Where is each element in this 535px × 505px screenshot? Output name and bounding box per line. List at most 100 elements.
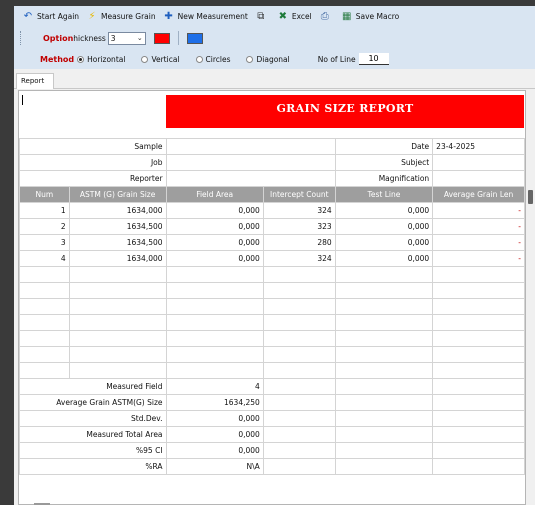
empty-cell: [334, 410, 434, 427]
cell-intercept: 280: [262, 234, 336, 251]
empty-cell: [334, 298, 434, 315]
measure-grain-label: Measure Grain: [101, 12, 156, 21]
empty-cell: [432, 330, 525, 347]
empty-row[interactable]: [19, 330, 525, 347]
empty-cell: [262, 298, 336, 315]
empty-cell: [334, 330, 434, 347]
toolbar-grip[interactable]: [20, 31, 23, 45]
table-row[interactable]: 2 1634,500 0,000 323 0,000-: [19, 218, 525, 235]
start-again-button[interactable]: ↶ Start Again: [22, 11, 79, 22]
empty-cell: [19, 282, 70, 299]
cell-num: 3: [19, 234, 70, 251]
empty-cell: [334, 346, 434, 363]
empty-cell: [19, 298, 70, 315]
summary-value: 1634,250: [165, 394, 264, 411]
empty-cell: [432, 378, 525, 395]
tab-report[interactable]: Report: [16, 73, 54, 89]
cell-avg: -: [432, 234, 525, 251]
color-blue-button[interactable]: [186, 32, 203, 44]
thickness-select[interactable]: 3 ⌄: [107, 31, 146, 45]
method-diagonal-radio[interactable]: Diagonal: [246, 55, 290, 64]
printer-icon: ⎙: [320, 11, 329, 22]
cell-num: 4: [19, 250, 70, 267]
new-measurement-button[interactable]: ✚ New Measurement: [163, 11, 247, 22]
empty-row[interactable]: [19, 282, 525, 299]
radio-icon: [195, 55, 203, 63]
cell-astm: 1634,000: [68, 202, 167, 219]
empty-cell: [262, 378, 336, 395]
summary-label: Measured Total Area: [19, 426, 167, 443]
method-label: Method: [40, 54, 75, 64]
empty-cell: [262, 394, 336, 411]
vertical-scrollbar[interactable]: [526, 90, 535, 505]
empty-row[interactable]: [19, 266, 525, 283]
empty-row[interactable]: [19, 314, 525, 331]
column-header: Num: [19, 186, 70, 203]
summary-label: Std.Dev.: [19, 410, 167, 427]
report-header: Num ASTM (G) Grain Size Field Area Intercep…: [19, 186, 525, 203]
save-macro-button[interactable]: ▦ Save Macro: [341, 11, 399, 22]
cell-intercept: 324: [262, 250, 336, 267]
cell-test_line: 0,000: [334, 250, 434, 267]
empty-cell: [334, 266, 434, 283]
summary-row: %RA N\A: [19, 458, 525, 475]
method-vertical-radio[interactable]: Vertical: [141, 55, 180, 64]
cell-test_line: 0,000: [334, 234, 434, 251]
empty-cell: [334, 458, 434, 475]
table-row[interactable]: 4 1634,000 0,000 324 0,000-: [19, 250, 525, 267]
cell-astm: 1634,000: [68, 250, 167, 267]
cell-avg: -: [432, 218, 525, 235]
scroll-thumb[interactable]: [528, 190, 533, 204]
option-label: Option: [43, 33, 74, 43]
copy-report-button[interactable]: ⧉: [255, 11, 270, 22]
cell-num: 1: [19, 202, 70, 219]
empty-cell: [165, 298, 264, 315]
empty-cell: [432, 362, 525, 379]
table-row[interactable]: 3 1634,500 0,000 280 0,000-: [19, 234, 525, 251]
method-circles-radio[interactable]: Circles: [195, 55, 230, 64]
empty-cell: [68, 266, 167, 283]
info-right-value: [432, 154, 525, 171]
empty-cell: [262, 266, 336, 283]
radio-selected-icon: [77, 55, 85, 63]
empty-cell: [68, 314, 167, 331]
header-row: Num ASTM (G) Grain Size Field Area Intercep…: [19, 186, 525, 203]
empty-cell: [432, 298, 525, 315]
excel-icon: ✖: [278, 11, 288, 22]
empty-cell: [334, 282, 434, 299]
empty-row[interactable]: [19, 346, 525, 363]
color-red-button[interactable]: [153, 32, 170, 44]
empty-cell: [262, 442, 336, 459]
excel-button[interactable]: ✖ Excel: [277, 11, 312, 22]
empty-cell: [262, 410, 336, 427]
info-left-label: Job: [19, 154, 167, 171]
cell-intercept: 324: [262, 202, 336, 219]
cell-test_line: 0,000: [334, 218, 434, 235]
report-area[interactable]: GRAIN SIZE REPORT Sample Date 23-4-2025 Job…: [18, 90, 526, 505]
empty-cell: [68, 346, 167, 363]
empty-row[interactable]: [19, 298, 525, 315]
cell-test_line: 0,000: [334, 202, 434, 219]
empty-cell: [334, 426, 434, 443]
thickness-value: 3: [110, 33, 116, 43]
method-horizontal-radio[interactable]: Horizontal: [77, 55, 125, 64]
summary-value: 0,000: [165, 410, 264, 427]
summary-label: %RA: [19, 458, 167, 475]
no-of-line-input[interactable]: [358, 53, 389, 65]
info-right-value: 23-4-2025: [432, 138, 525, 155]
method-toolbar: Method Horizontal Vertical Circles Diago…: [14, 49, 535, 69]
text-cursor: [22, 95, 23, 105]
radio-icon: [141, 55, 149, 63]
column-header: Field Area: [165, 186, 264, 203]
measure-grain-button[interactable]: ⚡ Measure Grain: [86, 11, 156, 22]
info-right-label: Subject: [334, 154, 434, 171]
info-left-value: [165, 138, 336, 155]
empty-row[interactable]: [19, 362, 525, 379]
print-button[interactable]: ⎙: [319, 11, 334, 22]
chevron-down-icon: ⌄: [136, 34, 143, 42]
empty-cell: [68, 362, 167, 379]
app-window: ↶ Start Again ⚡ Measure Grain ✚ New Meas…: [14, 6, 535, 505]
empty-cell: [432, 458, 525, 475]
table-row[interactable]: 1 1634,000 0,000 324 0,000-: [19, 202, 525, 219]
summary-label: %95 CI: [19, 442, 167, 459]
